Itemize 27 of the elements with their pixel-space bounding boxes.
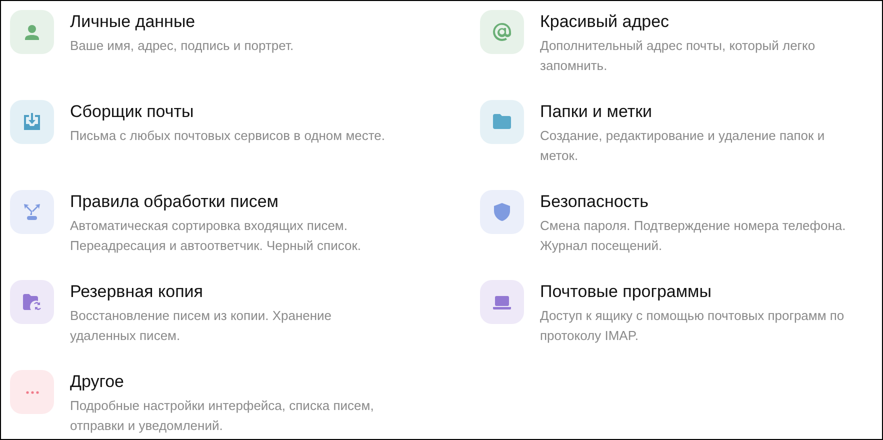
section-description: Подробные настройки интерфейса, списка писем, отправки и уведомлений.: [70, 397, 374, 435]
section-link[interactable]: Резервная копия: [70, 281, 203, 303]
section-description: Автоматическая сортировка входящих писем. Переадресация и автоответчик. Черный список.: [70, 217, 362, 255]
icon-tile[interactable]: [10, 10, 54, 54]
section-description: Смена пароля. Подтверждение номера телефона. Журнал посещений.: [540, 217, 846, 255]
section-description: Доступ к ящику с помощью почтовых программ по протоколу IMAP.: [540, 307, 844, 345]
icon-tile[interactable]: [480, 100, 524, 144]
section-link[interactable]: Красивый адрес: [540, 11, 670, 33]
section-description: Письма с любых почтовых сервисов в одном месте.: [70, 127, 386, 145]
icon-tile[interactable]: [480, 190, 524, 234]
section-link[interactable]: Сборщик почты: [70, 101, 194, 123]
icon-tile[interactable]: [10, 100, 54, 144]
section-description: Дополнительный адрес почты, который легко запомнить.: [540, 37, 816, 75]
section-link[interactable]: Почтовые программы: [540, 281, 712, 303]
icon-tile[interactable]: [10, 370, 54, 414]
section-description: Создание, редактирование и удаление папок и меток.: [540, 127, 825, 165]
icon-tile[interactable]: [480, 280, 524, 324]
section-description: Восстановление писем из копии. Хранение удаленных писем.: [70, 307, 332, 345]
section-link[interactable]: Правила обработки писем: [70, 191, 278, 213]
section-link[interactable]: Другое: [70, 371, 124, 393]
icon-tile[interactable]: [480, 10, 524, 54]
section-link[interactable]: Папки и метки: [540, 101, 652, 123]
section-link[interactable]: Личные данные: [70, 11, 196, 33]
section-description: Ваше имя, адрес, подпись и портрет.: [70, 37, 294, 55]
icon-tile[interactable]: [10, 280, 54, 324]
section-link[interactable]: Безопасность: [540, 191, 648, 213]
icon-tile[interactable]: [10, 190, 54, 234]
